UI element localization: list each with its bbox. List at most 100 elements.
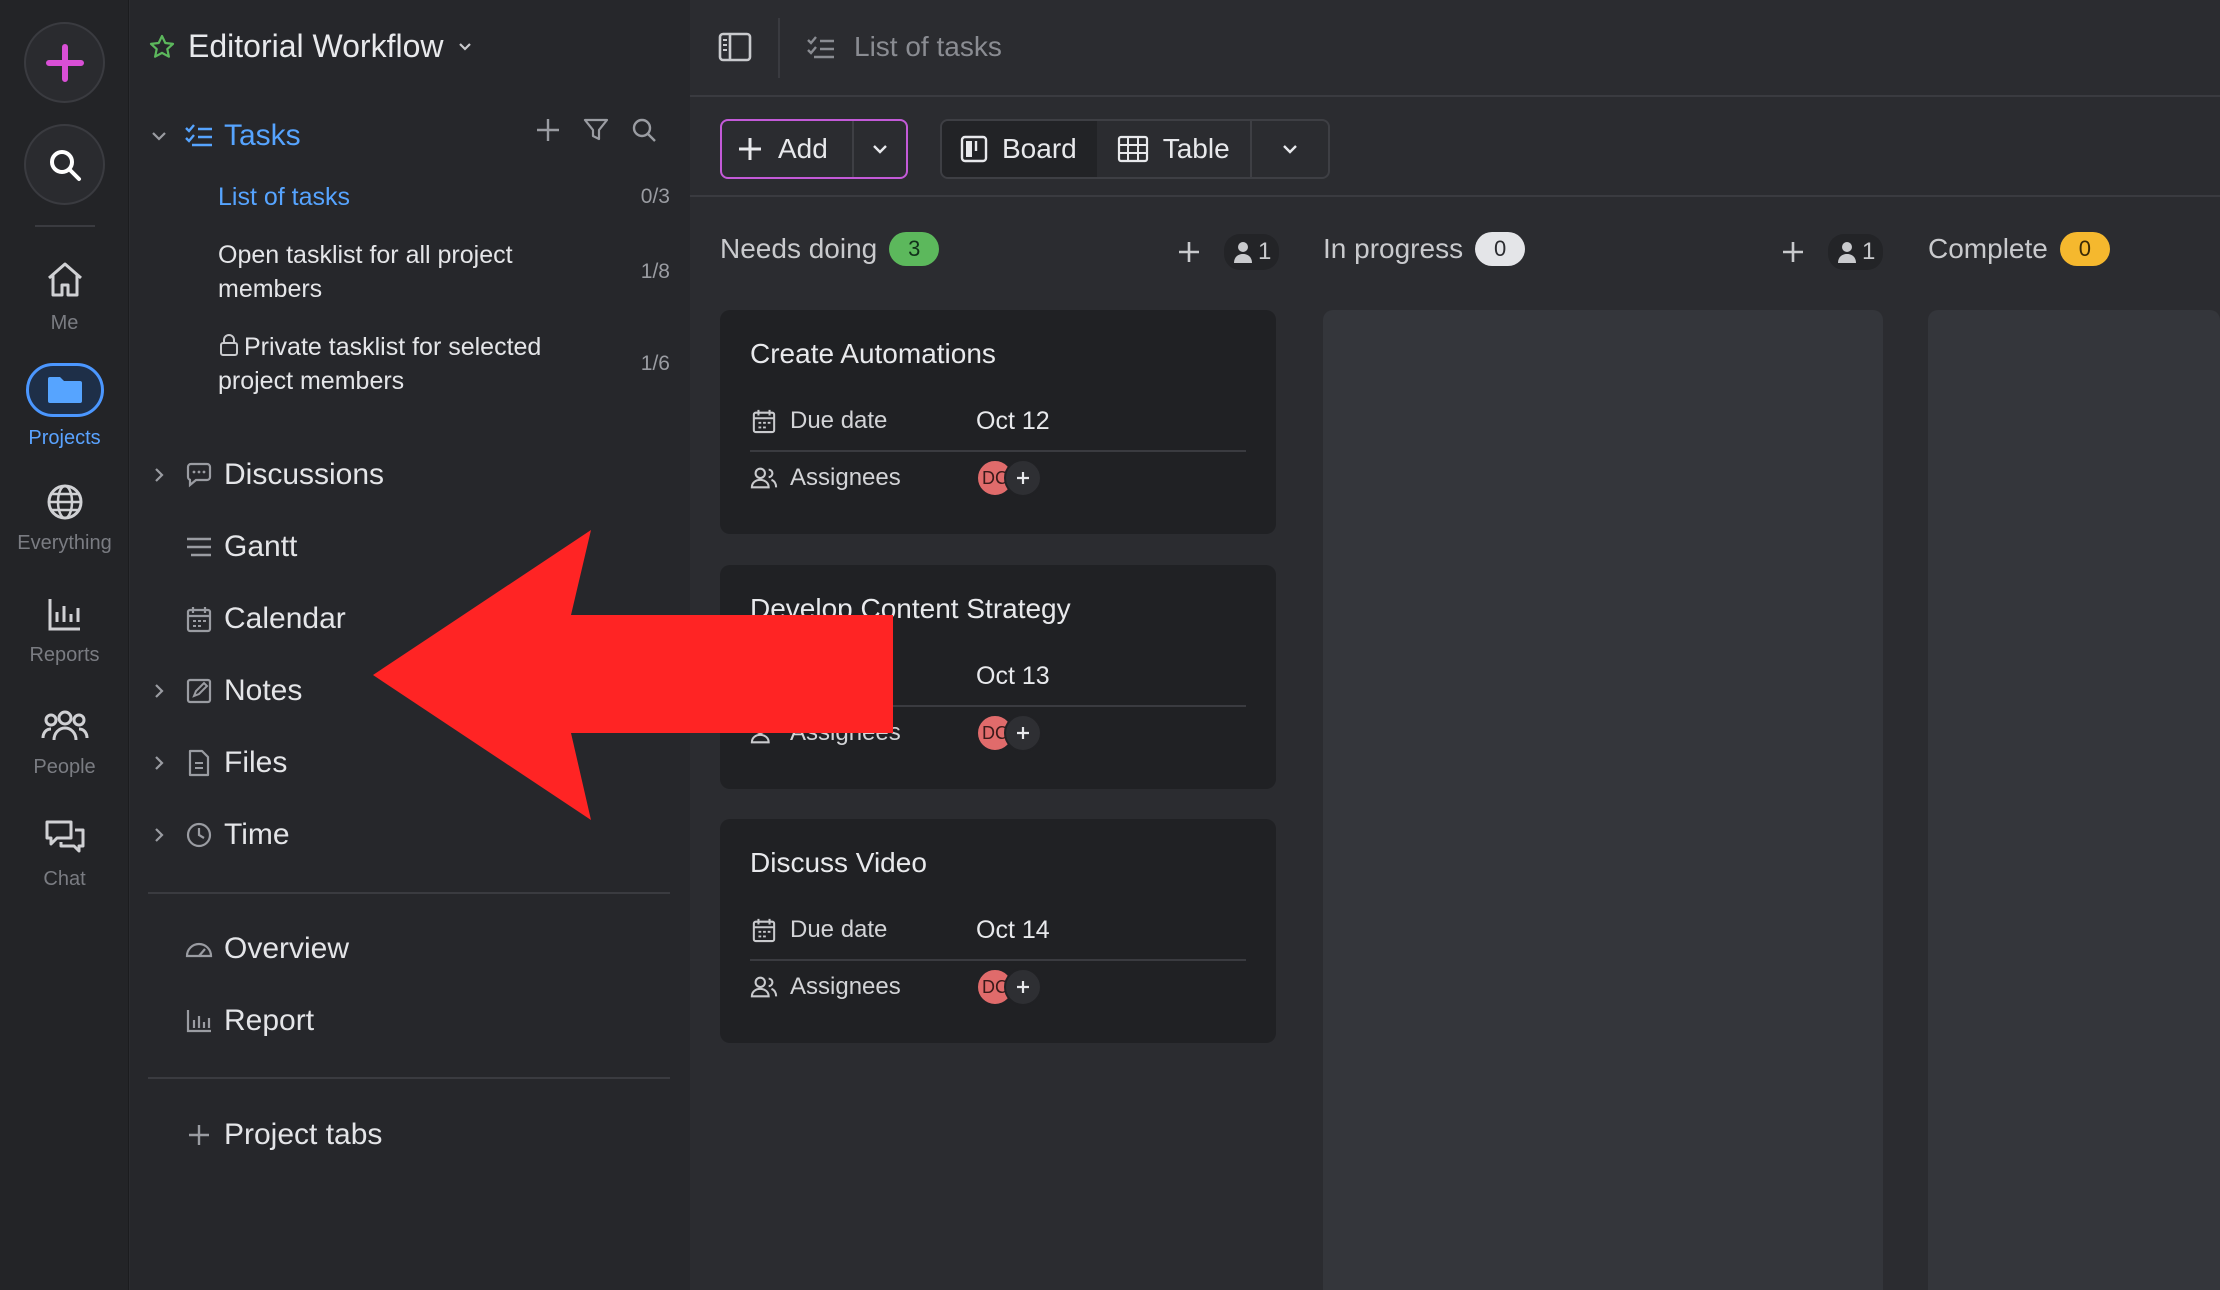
sidebar-item-gantt[interactable]: Gantt — [148, 527, 670, 567]
tasks-tools — [534, 116, 658, 144]
sidebar-item-label: Files — [224, 746, 288, 779]
rail-item-projects[interactable]: Projects — [0, 363, 129, 450]
tasklist-item[interactable]: List of tasks 0/3 — [218, 180, 670, 214]
dashboard-icon — [185, 942, 213, 958]
table-icon — [1117, 135, 1148, 163]
plus-icon — [45, 43, 84, 82]
task-card[interactable]: Develop Content Strategy Due date Oct 13… — [720, 565, 1276, 789]
add-assignee-button[interactable] — [1004, 968, 1042, 1006]
gantt-icon — [187, 537, 211, 557]
assignees-field[interactable]: Assignees DC — [750, 705, 1246, 761]
column-lane-in-progress[interactable] — [1323, 310, 1883, 1290]
assignee-list: DC — [976, 714, 1042, 752]
add-assignee-button[interactable] — [1004, 459, 1042, 497]
plus-icon — [1017, 727, 1029, 739]
assignees-field[interactable]: Assignees DC — [750, 959, 1246, 1015]
sidebar-item-notes[interactable]: Notes — [148, 671, 670, 711]
assignee-filter[interactable]: 1 — [1224, 234, 1280, 270]
due-date-field[interactable]: Due date Oct 12 — [750, 393, 1246, 449]
add-dropdown-button[interactable] — [854, 121, 906, 177]
sidebar-item-overview[interactable]: Overview — [148, 929, 670, 969]
due-date-value: Oct 14 — [976, 915, 1050, 944]
sidebar-item-time[interactable]: Time — [148, 815, 670, 855]
projects-pill — [25, 363, 104, 417]
add-task-icon[interactable] — [1780, 239, 1806, 265]
chat-icon — [45, 820, 84, 853]
sidebar-item-report[interactable]: Report — [148, 1001, 670, 1041]
rail-item-reports[interactable]: Reports — [0, 594, 129, 667]
sidebar-item-calendar[interactable]: Calendar — [148, 599, 670, 639]
create-button[interactable] — [24, 22, 105, 103]
rail-item-chat[interactable]: Chat — [0, 818, 129, 891]
person-icon — [1234, 242, 1252, 263]
task-card[interactable]: Discuss Video Due date Oct 14 Assignees … — [720, 819, 1276, 1043]
board-view-button[interactable]: Board — [942, 121, 1097, 177]
count-badge: 0 — [2059, 232, 2110, 266]
sidebar-item-label: Gantt — [224, 530, 298, 563]
sidebar-item-tasks[interactable]: Tasks — [148, 116, 670, 156]
rail-item-me[interactable]: Me — [0, 258, 129, 335]
filter-icon[interactable] — [582, 116, 610, 144]
rail-label: Chat — [43, 868, 86, 890]
add-task-icon[interactable] — [1176, 239, 1202, 265]
plus-icon — [739, 138, 761, 160]
tasklist-item[interactable]: Private tasklist for selected project me… — [218, 330, 670, 398]
assignees-field[interactable]: Assignees DC — [750, 450, 1246, 506]
add-button[interactable]: Add — [722, 121, 852, 177]
globe-icon — [47, 484, 82, 520]
chevron-right-icon[interactable] — [149, 825, 169, 845]
sidebar-item-discussions[interactable]: Discussions — [148, 455, 670, 495]
sidebar-item-label: Tasks — [224, 119, 301, 152]
chevron-right-icon[interactable] — [149, 681, 169, 701]
board-icon — [960, 135, 988, 163]
column-title: Needs doing — [720, 233, 878, 264]
chevron-right-icon[interactable] — [149, 753, 169, 773]
assignee-filter[interactable]: 1 — [1828, 234, 1884, 270]
search-button[interactable] — [24, 124, 105, 205]
board-label: Board — [1002, 133, 1077, 164]
task-card[interactable]: Create Automations Due date Oct 12 Assig… — [720, 310, 1276, 534]
due-date-field[interactable]: Due date Oct 14 — [750, 902, 1246, 958]
add-button-label: Add — [778, 133, 828, 164]
chevron-right-icon[interactable] — [149, 465, 169, 485]
rail-item-people[interactable]: People — [0, 706, 129, 779]
workspace-title[interactable]: Editorial Workflow — [148, 28, 475, 65]
tasklist-count: 1/6 — [640, 352, 670, 375]
task-list-icon — [807, 36, 834, 59]
count-badge: 3 — [889, 232, 940, 266]
chevron-down-icon — [873, 145, 887, 154]
chevron-down-icon[interactable] — [149, 126, 169, 146]
sidebar-item-label: Notes — [224, 674, 303, 707]
field-label: Due date — [790, 662, 888, 689]
note-icon — [186, 678, 212, 704]
toolbar: Add Board Table — [690, 97, 2220, 197]
tasklist-item[interactable]: Open tasklist for all project members 1/… — [218, 238, 670, 306]
folder-icon — [47, 377, 82, 403]
add-button-group: Add — [720, 119, 908, 179]
table-view-button[interactable]: Table — [1097, 121, 1250, 177]
task-title: Develop Content Strategy — [750, 593, 1071, 624]
sidebar-item-label: Overview — [224, 932, 350, 965]
plus-icon — [1017, 472, 1029, 484]
due-date-value: Oct 13 — [976, 661, 1050, 690]
rail-divider — [35, 225, 95, 227]
due-date-field[interactable]: Due date Oct 13 — [750, 648, 1246, 704]
column-lane-complete[interactable] — [1928, 310, 2220, 1290]
lock-icon — [220, 334, 238, 356]
add-assignee-button[interactable] — [1004, 714, 1042, 752]
column-title: In progress — [1323, 233, 1464, 264]
rail-item-everything[interactable]: Everything — [0, 482, 129, 555]
sidebar-item-label: Project tabs — [224, 1118, 383, 1151]
rail-label: Me — [50, 312, 79, 334]
assignee-count: 1 — [1862, 238, 1876, 265]
tasklist-count: 0/3 — [640, 185, 670, 208]
sidebar-toggle-icon[interactable] — [718, 32, 752, 62]
project-tabs-button[interactable]: Project tabs — [148, 1115, 670, 1155]
rail-label: Projects — [28, 427, 101, 449]
add-tasklist-icon[interactable] — [534, 116, 562, 144]
sidebar-item-files[interactable]: Files — [148, 743, 670, 783]
star-icon[interactable] — [148, 33, 176, 61]
sidebar-item-label: Report — [224, 1004, 315, 1037]
view-dropdown-button[interactable] — [1252, 121, 1328, 177]
search-icon[interactable] — [630, 116, 658, 144]
